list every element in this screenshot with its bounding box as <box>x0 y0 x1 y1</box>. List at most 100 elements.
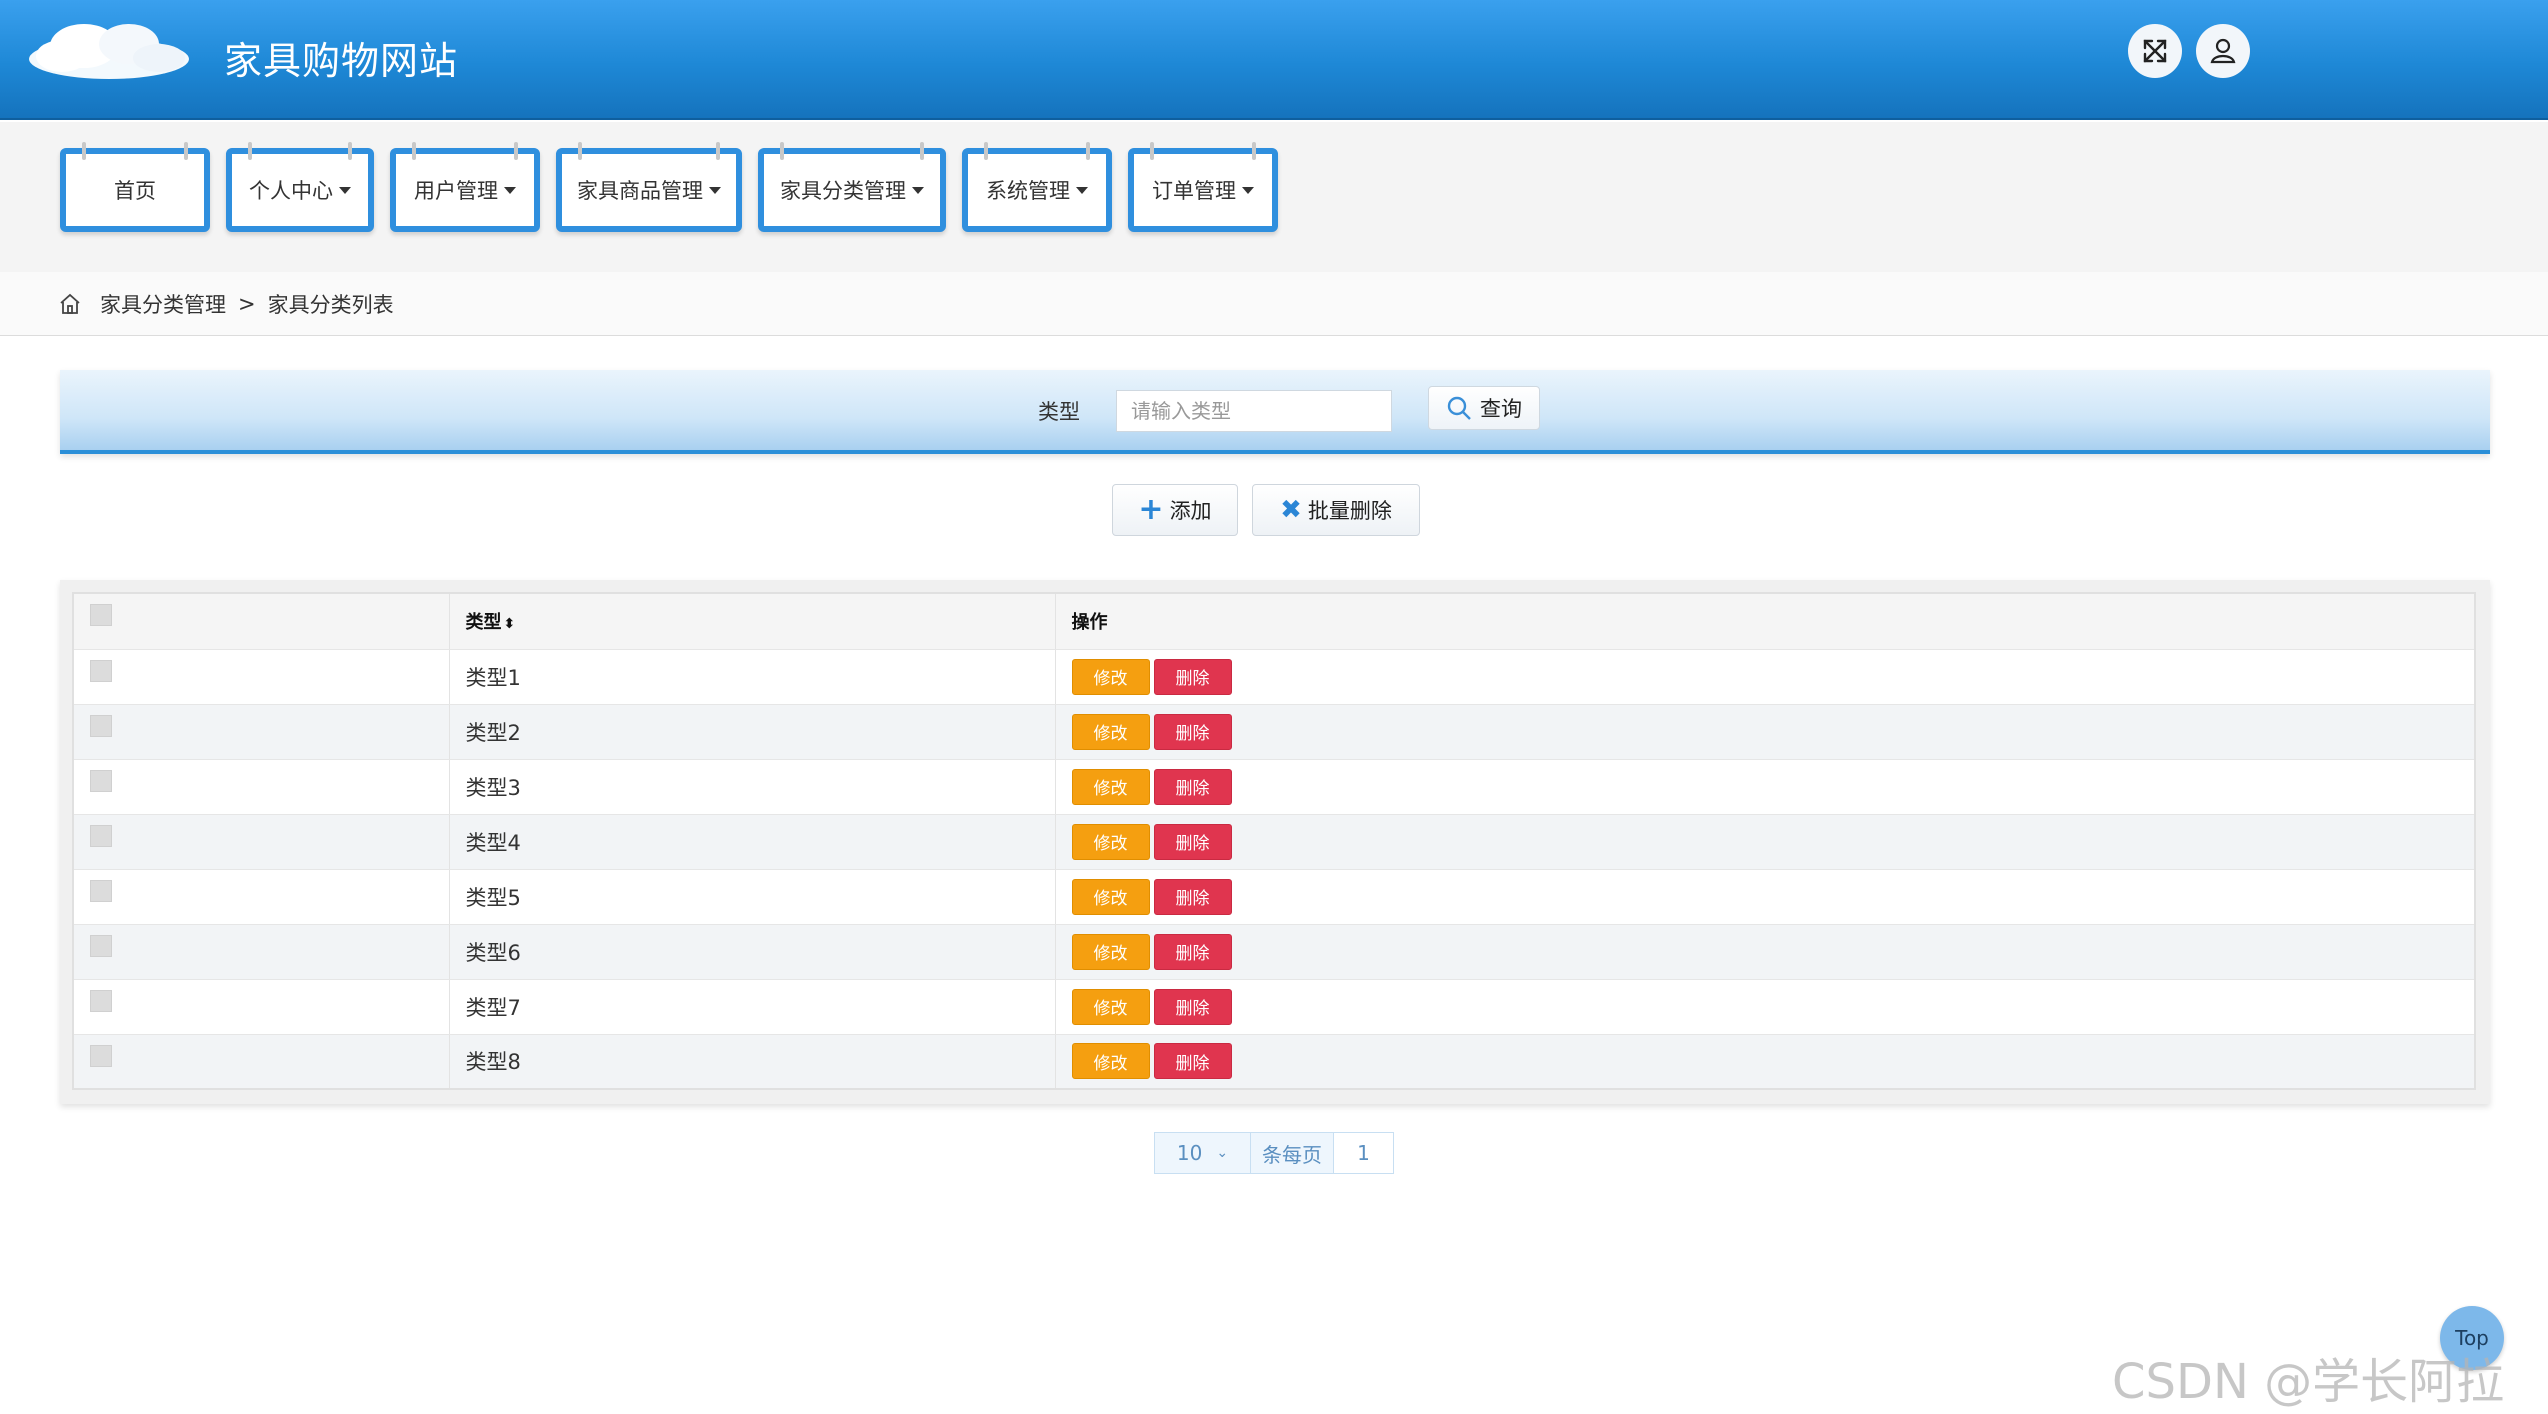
nav-item-label: 家具商品管理 <box>577 179 703 203</box>
ops-cell: 修改 删除 <box>1055 814 2476 870</box>
delete-button[interactable]: 删除 <box>1153 823 1232 860</box>
batch-delete-label: 批量删除 <box>1307 499 1392 523</box>
edit-button[interactable]: 修改 <box>1071 768 1150 805</box>
ops-cell: 修改 删除 <box>1055 1034 2476 1090</box>
row-checkbox[interactable] <box>90 714 112 737</box>
edit-button[interactable]: 修改 <box>1071 658 1150 695</box>
row-checkbox[interactable] <box>90 1044 112 1067</box>
nav-rings <box>772 142 932 160</box>
ops-cell: 修改 删除 <box>1055 869 2476 925</box>
site-title: 家具购物网站 <box>224 39 459 83</box>
type-cell: 类型5 <box>449 869 1056 925</box>
table-row: 类型5 修改 删除 <box>73 869 2476 925</box>
delete-button[interactable]: 删除 <box>1153 988 1232 1025</box>
fullscreen-button[interactable] <box>2128 24 2182 78</box>
row-checkbox[interactable] <box>90 989 112 1012</box>
search-button[interactable]: 查询 <box>1428 386 1540 430</box>
edit-button[interactable]: 修改 <box>1071 988 1150 1025</box>
ops-header-label: 操作 <box>1071 612 1108 634</box>
nav-item-system-management[interactable]: 系统管理 <box>962 142 1112 232</box>
table-container: 类型 ⬍ 操作 类型1 修改 删除 类型2 修改 删除 类型3 修改 删除 类型… <box>60 580 2490 1104</box>
row-checkbox[interactable] <box>90 934 112 957</box>
category-table: 类型 ⬍ 操作 类型1 修改 删除 类型2 修改 删除 类型3 修改 删除 类型… <box>72 592 2476 1090</box>
table-row: 类型7 修改 删除 <box>73 979 2476 1035</box>
top-header: 家具购物网站 <box>0 0 2548 120</box>
expand-icon <box>2143 39 2167 63</box>
row-checkbox-cell <box>73 1034 450 1090</box>
user-icon <box>2210 38 2236 64</box>
batch-delete-button[interactable]: ✖ 批量删除 <box>1252 484 1420 536</box>
row-checkbox[interactable] <box>90 769 112 792</box>
type-cell: 类型4 <box>449 814 1056 870</box>
row-checkbox-cell <box>73 924 450 980</box>
row-checkbox-cell <box>73 814 450 870</box>
ops-cell: 修改 删除 <box>1055 924 2476 980</box>
ops-cell: 修改 删除 <box>1055 704 2476 760</box>
sort-icon[interactable]: ⬍ <box>504 616 516 632</box>
delete-button[interactable]: 删除 <box>1153 1043 1232 1080</box>
add-button-label: 添加 <box>1169 499 1212 523</box>
select-all-checkbox[interactable] <box>90 604 112 626</box>
ops-column-header: 操作 <box>1055 593 2476 650</box>
type-cell: 类型7 <box>449 979 1056 1035</box>
caret-down-icon <box>1242 186 1254 194</box>
nav-rings <box>240 142 360 160</box>
row-checkbox[interactable] <box>90 659 112 682</box>
ops-cell: 修改 删除 <box>1055 979 2476 1035</box>
nav-item-personal-center[interactable]: 个人中心 <box>226 142 374 232</box>
nav-item-user-management[interactable]: 用户管理 <box>390 142 540 232</box>
edit-button[interactable]: 修改 <box>1071 1043 1150 1080</box>
page-number[interactable]: 1 <box>1333 1133 1393 1173</box>
search-icon <box>1447 396 1471 420</box>
nav-rings <box>570 142 728 160</box>
nav-item-order-management[interactable]: 订单管理 <box>1128 142 1278 232</box>
breadcrumb-separator: > <box>238 291 256 316</box>
nav-item-home[interactable]: 首页 <box>60 142 210 232</box>
edit-button[interactable]: 修改 <box>1071 823 1150 860</box>
row-checkbox-cell <box>73 759 450 815</box>
add-button[interactable]: + 添加 <box>1112 484 1238 536</box>
nav-item-label: 订单管理 <box>1152 179 1236 203</box>
nav-item-furniture-category[interactable]: 家具分类管理 <box>758 142 946 232</box>
nav-rings <box>976 142 1098 160</box>
user-button[interactable] <box>2196 24 2250 78</box>
nav-rings <box>404 142 526 160</box>
edit-button[interactable]: 修改 <box>1071 713 1150 750</box>
breadcrumb-section[interactable]: 家具分类管理 <box>100 289 226 319</box>
table-row: 类型8 修改 删除 <box>73 1034 2476 1090</box>
type-search-input[interactable] <box>1116 390 1392 432</box>
row-checkbox[interactable] <box>90 824 112 847</box>
table-row: 类型6 修改 删除 <box>73 924 2476 980</box>
delete-button[interactable]: 删除 <box>1153 933 1232 970</box>
type-cell: 类型2 <box>449 704 1056 760</box>
delete-button[interactable]: 删除 <box>1153 658 1232 695</box>
nav-item-label: 用户管理 <box>414 179 498 203</box>
table-row: 类型4 修改 删除 <box>73 814 2476 870</box>
type-cell: 类型8 <box>449 1034 1056 1090</box>
page-size-select[interactable]: 10 ⌄ <box>1155 1133 1251 1173</box>
edit-button[interactable]: 修改 <box>1071 878 1150 915</box>
nav-item-label: 家具分类管理 <box>780 179 906 203</box>
delete-button[interactable]: 删除 <box>1153 768 1232 805</box>
type-cell: 类型1 <box>449 649 1056 705</box>
cloud-logo-icon <box>29 24 189 79</box>
search-button-label: 查询 <box>1480 397 1522 421</box>
home-icon[interactable] <box>58 292 82 316</box>
nav-item-label: 个人中心 <box>249 179 333 203</box>
delete-button[interactable]: 删除 <box>1153 878 1232 915</box>
edit-button[interactable]: 修改 <box>1071 933 1150 970</box>
table-row: 类型2 修改 删除 <box>73 704 2476 760</box>
pagination: 10 ⌄ 条每页 1 <box>1154 1132 1394 1174</box>
caret-down-icon <box>912 186 924 194</box>
type-column-header[interactable]: 类型 ⬍ <box>449 593 1056 650</box>
nav-item-furniture-goods[interactable]: 家具商品管理 <box>556 142 742 232</box>
breadcrumb: 家具分类管理 > 家具分类列表 <box>0 272 2548 336</box>
caret-down-icon <box>504 186 516 194</box>
ops-cell: 修改 删除 <box>1055 759 2476 815</box>
delete-button[interactable]: 删除 <box>1153 713 1232 750</box>
row-checkbox[interactable] <box>90 879 112 902</box>
page-size-value: 10 <box>1176 1141 1203 1165</box>
row-checkbox-cell <box>73 869 450 925</box>
chevron-down-icon: ⌄ <box>1216 1145 1229 1161</box>
ops-cell: 修改 删除 <box>1055 649 2476 705</box>
